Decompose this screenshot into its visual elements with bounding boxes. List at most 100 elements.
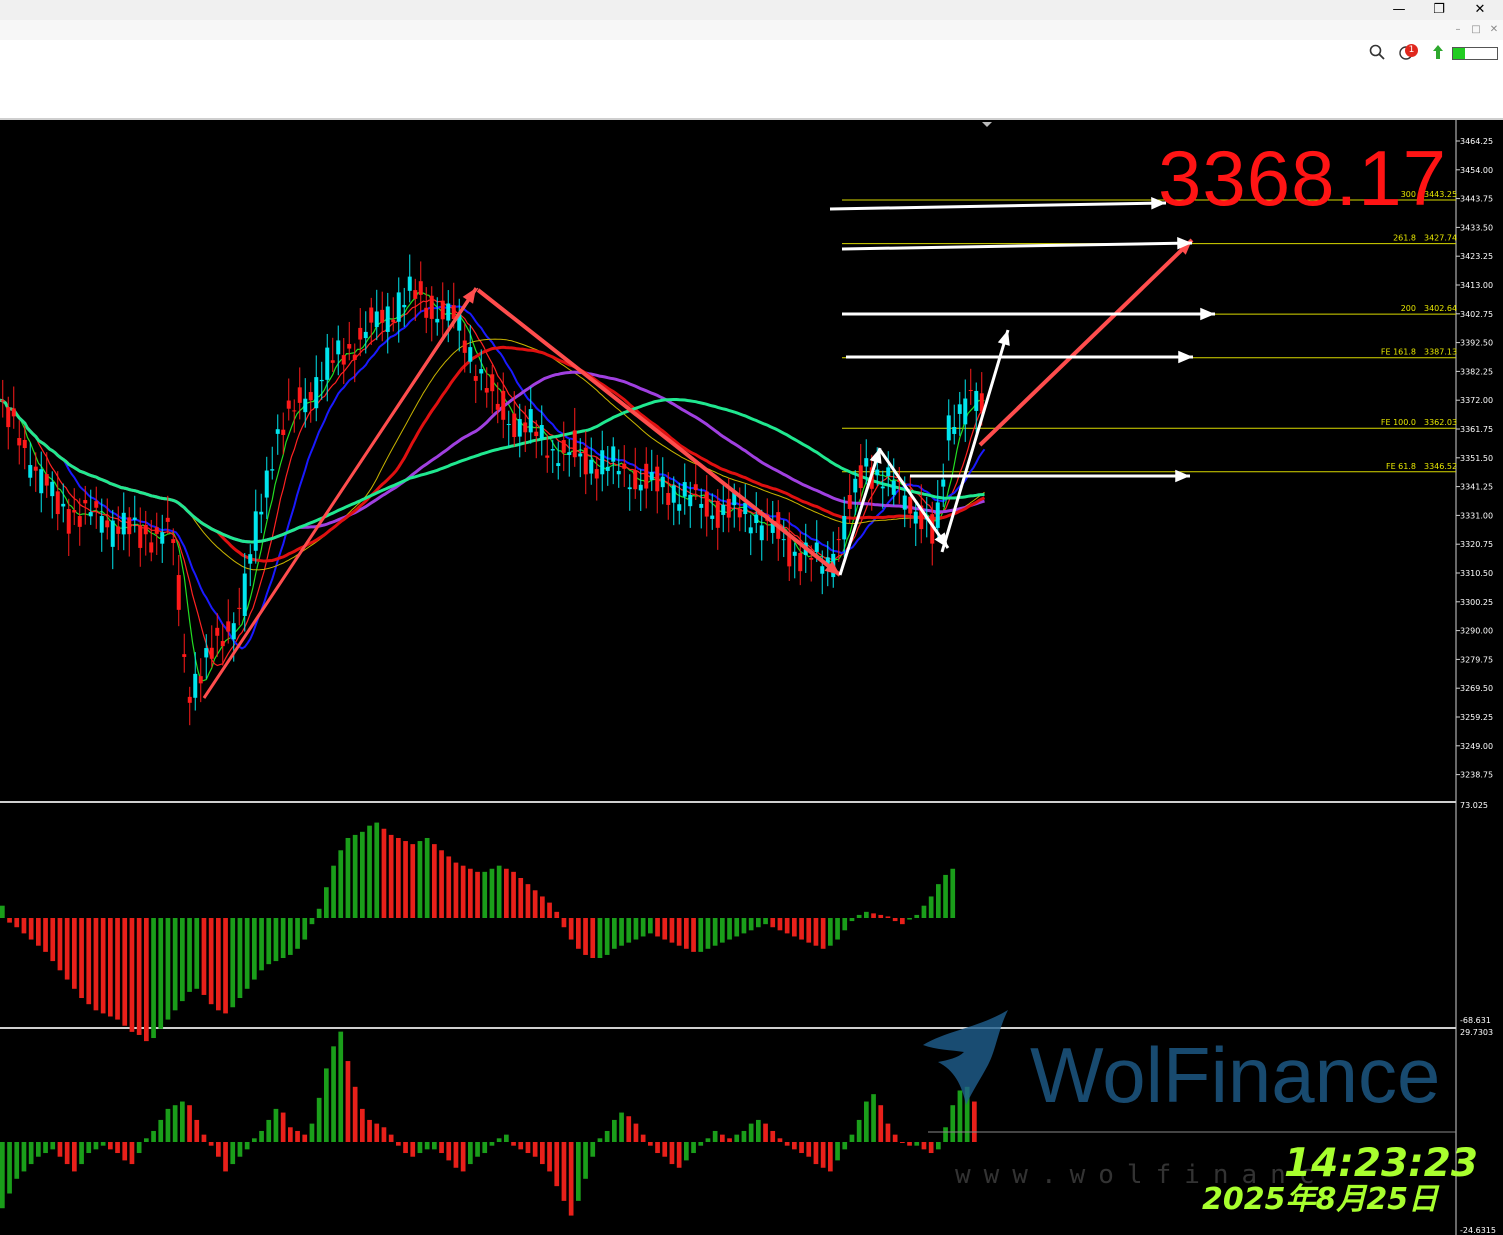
histogram-bar (756, 1119, 761, 1142)
candle-body (506, 423, 511, 425)
histogram-bar (525, 884, 531, 918)
window-title-bar: — ❐ ✕ (0, 0, 1503, 20)
pane-axis-label: 29.7303 (1460, 1028, 1493, 1037)
candle-body (220, 641, 225, 647)
menu-bar: – □ ✕ (0, 20, 1503, 41)
histogram-bar (352, 834, 358, 918)
price-axis-label: 3290.00 (1460, 627, 1493, 636)
child-minimize-icon[interactable]: – (1450, 22, 1466, 38)
candle-body (649, 472, 654, 480)
histogram-bar (432, 844, 437, 918)
histogram-bar (201, 918, 207, 995)
histogram-bar (648, 1142, 653, 1146)
candle-body (528, 409, 533, 433)
histogram-bar (14, 1142, 20, 1179)
search-icon[interactable] (1368, 44, 1386, 62)
histogram-bar (144, 1138, 149, 1142)
price-axis-label: 3259.25 (1460, 713, 1493, 722)
candle-body (391, 319, 396, 323)
candle-body (160, 532, 165, 544)
candle-body (303, 398, 308, 413)
histogram-bar (828, 918, 833, 946)
histogram-bar (50, 1142, 56, 1150)
histogram-bar (835, 918, 840, 940)
child-close-icon[interactable]: ✕ (1486, 22, 1502, 38)
candle-body (748, 527, 753, 534)
child-restore-icon[interactable]: □ (1468, 22, 1484, 38)
candle-body (127, 517, 132, 535)
histogram-bar (122, 1142, 128, 1161)
minimize-icon[interactable]: — (1381, 0, 1417, 20)
candle-body (726, 498, 731, 518)
histogram-bar (849, 918, 855, 922)
candle-body (891, 480, 896, 495)
histogram-bar (561, 918, 567, 928)
histogram-bar (475, 871, 480, 918)
histogram-bar (691, 918, 696, 952)
price-axis-label: 3331.00 (1460, 511, 1493, 520)
candle-body (638, 484, 643, 491)
candle-body (556, 463, 561, 467)
histogram-bar (396, 1142, 401, 1146)
candle-body (39, 469, 44, 494)
price-axis-label: 3402.75 (1460, 310, 1493, 319)
histogram-bar (0, 905, 5, 918)
connection-meter (1452, 47, 1498, 60)
histogram-bar (626, 918, 632, 943)
histogram-bar (244, 918, 250, 989)
candle-body (66, 509, 71, 534)
candle-body (550, 449, 555, 451)
histogram-bar (21, 1142, 27, 1172)
histogram-bar (93, 1142, 99, 1150)
histogram-bar (662, 1142, 668, 1157)
histogram-bar (360, 1108, 365, 1142)
candle-body (578, 453, 583, 457)
candle-body (11, 408, 16, 417)
price-axis-label: 3238.75 (1460, 771, 1493, 780)
candle-body (462, 340, 467, 353)
histogram-bar (756, 918, 761, 928)
histogram-bar (928, 1142, 934, 1154)
histogram-bar (108, 918, 113, 1017)
candle-body (116, 526, 121, 534)
histogram-bar (921, 905, 927, 918)
candle-body (886, 467, 891, 477)
candle-body (968, 389, 973, 391)
candle-body (407, 276, 412, 291)
histogram-bar (208, 918, 214, 1005)
histogram-bar (849, 1134, 855, 1142)
histogram-bar (432, 1142, 437, 1150)
histogram-bar (165, 918, 171, 1020)
candle-body (908, 496, 913, 514)
histogram-bar (64, 1142, 70, 1165)
histogram-bar (43, 1142, 48, 1154)
histogram-bar (129, 1142, 135, 1165)
candle-body (242, 573, 247, 616)
fibo-level-label: FE 61.8 (1386, 462, 1416, 471)
histogram-bar (43, 918, 48, 952)
candle-body (281, 429, 286, 435)
histogram-bar (489, 1142, 495, 1146)
histogram-bar (180, 1101, 185, 1142)
histogram-bar (129, 918, 135, 1032)
histogram-bar (424, 837, 430, 918)
close-icon[interactable]: ✕ (1462, 0, 1498, 20)
candle-body (875, 469, 880, 476)
histogram-bar (741, 918, 747, 934)
histogram-bar (921, 1142, 927, 1150)
histogram-bar (316, 908, 322, 918)
candle-body (149, 542, 154, 553)
histogram-bar (900, 918, 905, 925)
fibo-level-value: 3346.52 (1424, 462, 1457, 471)
histogram-bar (763, 1123, 768, 1142)
histogram-bar (576, 918, 581, 949)
candle-body (193, 673, 198, 698)
restore-icon[interactable]: ❐ (1421, 0, 1457, 20)
histogram-bar (792, 1142, 797, 1150)
signal-icon[interactable] (1430, 44, 1446, 62)
candle-body (440, 300, 445, 320)
histogram-bar (892, 918, 898, 922)
candle-body (50, 481, 55, 497)
histogram-bar (352, 1086, 358, 1142)
candle-body (143, 524, 148, 535)
